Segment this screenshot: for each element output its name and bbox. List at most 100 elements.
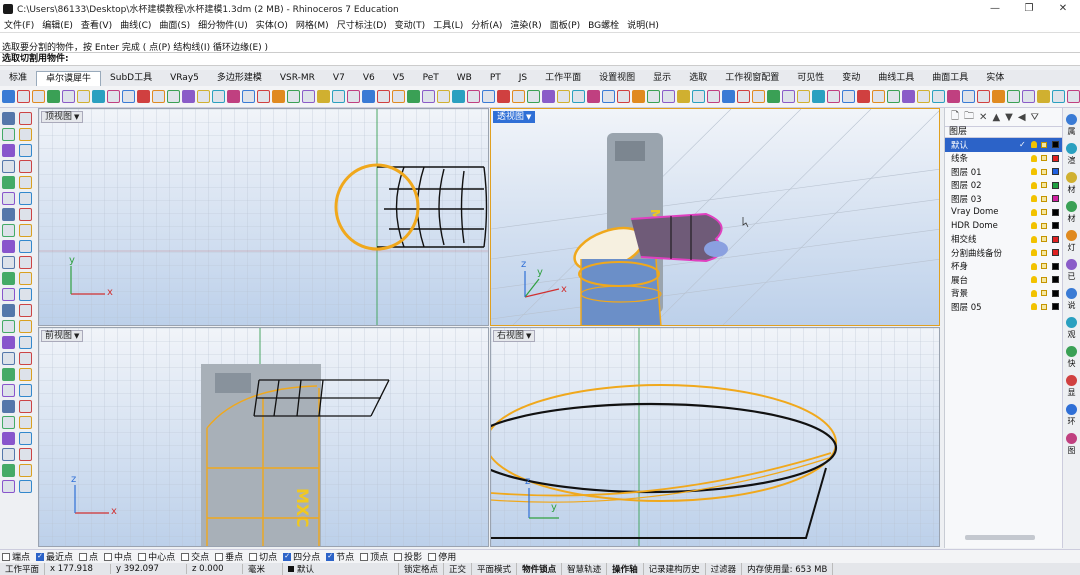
right-panel-tab[interactable]: 显 [1066,375,1077,398]
toolbar-tool-icon[interactable] [17,90,30,103]
menu-item[interactable]: 工具(L) [433,18,463,31]
left-tool-icon[interactable] [19,464,32,477]
layer-row[interactable]: 默认 ✓ [945,138,1062,152]
layer-row[interactable]: 图层 03 [945,192,1062,206]
toolbar-tool-icon[interactable] [512,90,525,103]
toolbar-tool-icon[interactable] [812,90,825,103]
toolbar-tab[interactable]: VRay5 [161,71,208,86]
toolbar-tool-icon[interactable] [212,90,225,103]
osnap-option[interactable]: 顶点 [360,550,388,563]
left-tool-icon[interactable] [2,160,15,173]
osnap-option[interactable]: ✓ 四分点 [283,550,320,563]
left-tool-icon[interactable] [19,272,32,285]
toolbar-tool-icon[interactable] [917,90,930,103]
toolbar-tab[interactable]: PeT [414,71,448,86]
left-tool-icon[interactable] [2,336,15,349]
toolbar-tool-icon[interactable] [992,90,1005,103]
toolbar-tool-icon[interactable] [557,90,570,103]
toolbar-tool-icon[interactable] [1022,90,1035,103]
left-tool-icon[interactable] [19,224,32,237]
layer-color-swatch[interactable] [1052,249,1059,257]
osnap-checkbox[interactable] [394,552,403,561]
toolbar-tool-icon[interactable] [287,90,300,103]
toolbar-tool-icon[interactable] [227,90,240,103]
toolbar-tool-icon[interactable] [467,90,480,103]
toolbar-tool-icon[interactable] [1007,90,1020,103]
layer-visibility-bulb-icon[interactable] [1031,154,1037,162]
status-toggle[interactable]: 记录建构历史 [644,563,706,575]
toolbar-tab[interactable]: PT [481,71,510,86]
layer-tool-icon[interactable]: ⛛ [1031,112,1039,123]
layer-visibility-bulb-icon[interactable] [1031,303,1037,311]
right-panel-tab[interactable]: 说 [1066,288,1077,311]
toolbar-tool-icon[interactable] [422,90,435,103]
toolbar-tool-icon[interactable] [242,90,255,103]
toolbar-tool-icon[interactable] [707,90,720,103]
toolbar-tool-icon[interactable] [197,90,210,103]
layer-color-swatch[interactable] [1052,289,1059,297]
layer-lock-icon[interactable] [1041,249,1047,256]
toolbar-tool-icon[interactable] [647,90,660,103]
layer-lock-icon[interactable] [1041,276,1047,283]
toolbar-tool-icon[interactable] [692,90,705,103]
left-tool-icon[interactable] [19,416,32,429]
menu-item[interactable]: BG螺栓 [588,18,619,31]
layer-row[interactable]: 图层 02 [945,179,1062,193]
toolbar-tool-icon[interactable] [2,90,15,103]
left-tool-icon[interactable] [2,320,15,333]
toolbar-tab[interactable]: 标准 [0,71,36,86]
layer-visibility-bulb-icon[interactable] [1031,276,1037,284]
layer-tool-icon[interactable]: ✕ [979,112,987,123]
right-viewport-label[interactable]: 右视图 ▼ [493,330,536,342]
toolbar-tab[interactable]: 卓尔谟犀牛 [36,71,102,86]
menu-item[interactable]: 变动(T) [395,18,426,31]
toolbar-tool-icon[interactable] [662,90,675,103]
toolbar-tool-icon[interactable] [257,90,270,103]
toolbar-tool-icon[interactable] [602,90,615,103]
left-tool-icon[interactable] [19,240,32,253]
left-tool-icon[interactable] [19,448,32,461]
toolbar-tool-icon[interactable] [872,90,885,103]
layer-row[interactable]: 图层 01 [945,165,1062,179]
left-tool-icon[interactable] [19,352,32,365]
right-panel-tab[interactable]: 灯 [1066,230,1077,253]
left-tool-icon[interactable] [2,416,15,429]
layer-lock-icon[interactable] [1041,303,1047,310]
layer-row[interactable]: 杯身 [945,260,1062,274]
right-viewport[interactable]: 右视图 ▼ y z [490,327,940,547]
menu-item[interactable]: 面板(P) [550,18,580,31]
layer-color-swatch[interactable] [1052,222,1059,230]
menu-item[interactable]: 细分物件(U) [198,18,248,31]
left-tool-icon[interactable] [2,224,15,237]
layer-lock-icon[interactable] [1041,222,1047,229]
menu-item[interactable]: 实体(O) [256,18,288,31]
left-tool-icon[interactable] [2,288,15,301]
layer-tool-icon[interactable]: ◀ [1018,112,1026,123]
left-tool-icon[interactable] [2,448,15,461]
menu-item[interactable]: 网格(M) [296,18,329,31]
toolbar-tool-icon[interactable] [797,90,810,103]
status-plane[interactable]: 工作平面 [0,563,46,575]
osnap-checkbox[interactable] [428,552,437,561]
menu-item[interactable]: 渲染(R) [510,18,541,31]
layer-visibility-bulb-icon[interactable] [1031,222,1037,230]
right-panel-tab[interactable]: 已 [1066,259,1077,282]
toolbar-tool-icon[interactable] [752,90,765,103]
right-panel-tab[interactable]: 图 [1066,433,1077,456]
osnap-checkbox[interactable] [215,552,224,561]
osnap-option[interactable]: ✓ 节点 [326,550,354,563]
left-tool-icon[interactable] [2,256,15,269]
close-button[interactable]: ✕ [1046,0,1080,17]
left-tool-icon[interactable] [2,192,15,205]
status-toggle[interactable]: 过滤器 [706,563,743,575]
toolbar-tool-icon[interactable] [572,90,585,103]
layer-row[interactable]: 图层 05 [945,300,1062,314]
toolbar-tab[interactable]: 选取 [680,71,716,86]
toolbar-tool-icon[interactable] [767,90,780,103]
toolbar-tool-icon[interactable] [527,90,540,103]
left-tool-icon[interactable] [19,432,32,445]
toolbar-tab[interactable]: V5 [384,71,414,86]
right-panel-tab[interactable]: 观 [1066,317,1077,340]
toolbar-tool-icon[interactable] [932,90,945,103]
toolbar-tab[interactable]: SubD工具 [101,71,161,86]
